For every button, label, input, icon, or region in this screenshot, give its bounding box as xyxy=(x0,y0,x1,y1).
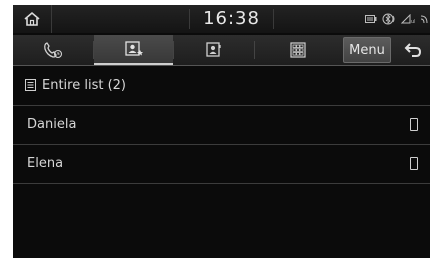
list-title: Entire list (2) xyxy=(42,78,126,93)
back-button[interactable] xyxy=(395,35,430,65)
contact-name: Daniela xyxy=(27,117,77,132)
home-button[interactable] xyxy=(13,5,52,33)
list-item[interactable]: Daniela xyxy=(13,106,430,145)
status-bar: 16:38 ul xyxy=(13,5,430,33)
contact-name: Elena xyxy=(27,156,64,171)
dial-pad-icon xyxy=(290,42,306,58)
back-icon xyxy=(404,43,421,57)
favorite-contacts-icon xyxy=(124,41,143,56)
bluetooth-icon xyxy=(382,13,395,25)
mobile-phone-icon xyxy=(410,157,418,170)
status-icons: ul xyxy=(365,5,428,33)
svg-text:ul: ul xyxy=(411,19,415,24)
media-icon xyxy=(365,15,377,23)
tab-dial-pad[interactable] xyxy=(255,35,341,65)
list-item[interactable]: Elena xyxy=(13,145,430,184)
phone-screen: 16:38 ul Menu Entire list (2) Daniela El… xyxy=(13,5,430,258)
list-header: Entire list (2) xyxy=(13,67,430,106)
clock: 16:38 xyxy=(203,8,260,29)
tab-bar: Menu xyxy=(13,35,430,66)
contacts-icon xyxy=(206,42,221,57)
signal-icon: ul xyxy=(401,14,415,24)
menu-button[interactable]: Menu xyxy=(343,37,391,63)
status-divider xyxy=(273,9,274,29)
tab-favorites[interactable] xyxy=(94,35,173,65)
call-history-icon xyxy=(44,42,63,59)
mobile-phone-icon xyxy=(410,118,418,131)
wifi-icon xyxy=(420,15,428,24)
home-icon xyxy=(24,11,40,26)
list-icon xyxy=(25,79,36,91)
tab-contacts[interactable] xyxy=(174,35,254,65)
tab-call-history[interactable] xyxy=(13,35,93,65)
